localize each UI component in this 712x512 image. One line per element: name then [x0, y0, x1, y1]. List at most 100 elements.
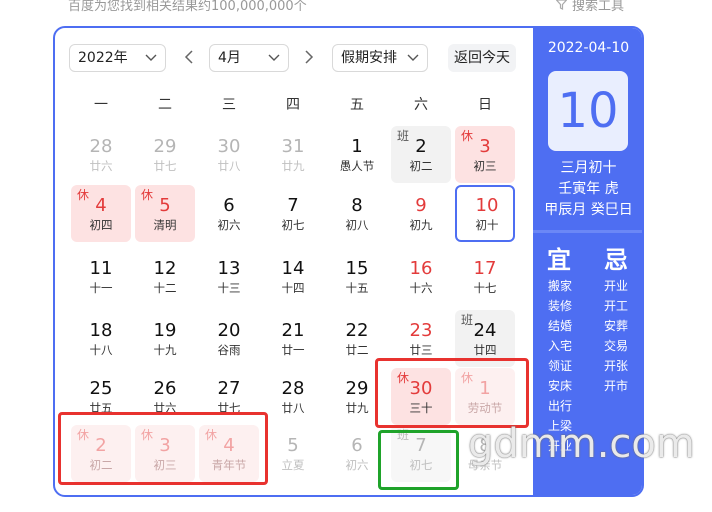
day-cell[interactable]: 19 十九 — [135, 310, 195, 367]
day-cell[interactable]: 13 十三 — [199, 248, 259, 305]
search-result-bar: 百度为您找到相关结果约100,000,000个 搜索工具 — [0, 0, 712, 16]
chevron-down-icon — [407, 45, 419, 81]
year-select[interactable]: 2022年 — [69, 44, 166, 72]
day-number: 7 — [287, 195, 299, 216]
back-to-today-button[interactable]: 返回今天 — [448, 44, 516, 72]
day-number: 13 — [217, 258, 241, 279]
watermark-text: gdmm.com — [468, 421, 695, 467]
chevron-down-icon — [268, 45, 280, 81]
next-month-button[interactable] — [299, 44, 319, 72]
month-select[interactable]: 4月 — [209, 44, 289, 72]
weekday-header: 四 — [286, 97, 300, 113]
day-cell[interactable]: 29 廿七 — [135, 126, 195, 183]
holiday-select[interactable]: 假期安排 — [332, 44, 428, 72]
prev-month-button[interactable] — [179, 44, 199, 72]
selected-date: 2022-04-10 — [547, 40, 630, 56]
day-number: 28 — [89, 136, 113, 157]
day-cell[interactable]: 28 廿六 — [71, 126, 131, 183]
lunar-day: 廿六 — [89, 159, 113, 173]
day-cell[interactable]: 11 十一 — [71, 248, 131, 305]
day-number: 5 — [287, 435, 299, 456]
day-cell[interactable]: 9 初九 — [391, 185, 451, 242]
day-cell[interactable]: 7 初七 — [263, 185, 323, 242]
day-number: 27 — [217, 378, 241, 399]
day-cell[interactable]: 12 十二 — [135, 248, 195, 305]
day-number: 25 — [89, 378, 113, 399]
day-cell[interactable]: 30 廿八 — [199, 126, 259, 183]
chevron-down-icon — [145, 45, 157, 81]
day-cell[interactable]: 20 谷雨 — [199, 310, 259, 367]
day-number: 2 — [415, 136, 427, 157]
day-cell[interactable]: 16 十六 — [391, 248, 451, 305]
lunar-day: 初七 — [281, 218, 305, 232]
day-cell[interactable]: 班 2 初二 — [391, 126, 451, 183]
day-cell[interactable]: 31 廿九 — [263, 126, 323, 183]
yi-item: 出行 — [548, 399, 573, 413]
lunar-day: 初二 — [409, 159, 433, 173]
lunar-day: 十二 — [153, 281, 177, 295]
yi-title: 宜 — [547, 246, 571, 274]
day-cell[interactable]: 6 初六 — [199, 185, 259, 242]
search-tools-button[interactable]: 搜索工具 — [555, 0, 625, 14]
day-number: 3 — [479, 136, 491, 157]
lunar-day: 清明 — [153, 218, 177, 232]
weekday-header: 五 — [350, 97, 364, 113]
day-number: 29 — [153, 136, 177, 157]
filter-icon — [555, 0, 568, 14]
lunar-day: 初四 — [89, 218, 113, 232]
day-number: 12 — [153, 258, 177, 279]
day-cell[interactable]: 15 十五 — [327, 248, 387, 305]
day-cell[interactable]: 14 十四 — [263, 248, 323, 305]
lunar-day: 十六 — [409, 281, 433, 295]
day-cell[interactable]: 1 愚人节 — [327, 126, 387, 183]
ji-title: 忌 — [604, 246, 628, 274]
day-cell-today[interactable]: 10 初十 — [455, 185, 515, 242]
day-cell[interactable]: 17 十七 — [455, 248, 515, 305]
ji-item: 开市 — [604, 379, 629, 393]
day-number: 5 — [159, 195, 171, 216]
search-tools-label: 搜索工具 — [572, 0, 625, 14]
result-count-text: 百度为您找到相关结果约100,000,000个 — [68, 0, 307, 14]
yi-item: 搬家 — [548, 279, 573, 293]
weekday-header: 三 — [222, 97, 236, 113]
day-cell[interactable]: 休 4 初四 — [71, 185, 131, 242]
day-number: 20 — [217, 320, 241, 341]
day-cell[interactable]: 5 立夏 — [263, 425, 323, 482]
day-number: 24 — [473, 320, 497, 341]
day-cell[interactable]: 休 3 初三 — [455, 126, 515, 183]
ji-item: 开张 — [604, 359, 629, 373]
day-number: 26 — [153, 378, 177, 399]
lunar-day: 廿九 — [281, 159, 305, 173]
day-number: 10 — [475, 195, 499, 216]
year-select-value: 2022年 — [78, 50, 128, 66]
lunar-date: 三月初十 — [560, 160, 617, 176]
selected-day-number: 10 — [548, 71, 628, 151]
lunar-day: 廿七 — [153, 159, 177, 173]
day-number: 11 — [89, 258, 113, 279]
day-number: 4 — [95, 195, 107, 216]
day-cell[interactable]: 8 初八 — [327, 185, 387, 242]
weekday-header: 六 — [414, 97, 428, 113]
lunar-day: 十八 — [89, 343, 113, 357]
day-cell[interactable]: 18 十八 — [71, 310, 131, 367]
day-number: 1 — [351, 136, 363, 157]
lunar-day: 十五 — [345, 281, 369, 295]
holiday-select-value: 假期安排 — [341, 50, 397, 66]
ji-item: 安葬 — [604, 319, 629, 333]
day-number: 16 — [409, 258, 433, 279]
lunar-day: 十四 — [281, 281, 305, 295]
day-number: 30 — [217, 136, 241, 157]
annotation-red-box-may-day — [375, 358, 529, 428]
weekday-header: 一 — [94, 97, 108, 113]
yi-item: 领证 — [548, 359, 573, 373]
yi-item: 入宅 — [548, 339, 573, 353]
day-cell[interactable]: 休 5 清明 — [135, 185, 195, 242]
day-cell[interactable]: 28 廿八 — [263, 368, 323, 425]
lunar-day: 廿二 — [345, 343, 369, 357]
chevron-left-icon — [184, 50, 193, 64]
ji-item: 开工 — [604, 299, 629, 313]
day-cell[interactable]: 21 廿一 — [263, 310, 323, 367]
yi-item: 结婚 — [548, 319, 573, 333]
lunar-day: 十一 — [89, 281, 113, 295]
month-select-value: 4月 — [218, 50, 241, 66]
